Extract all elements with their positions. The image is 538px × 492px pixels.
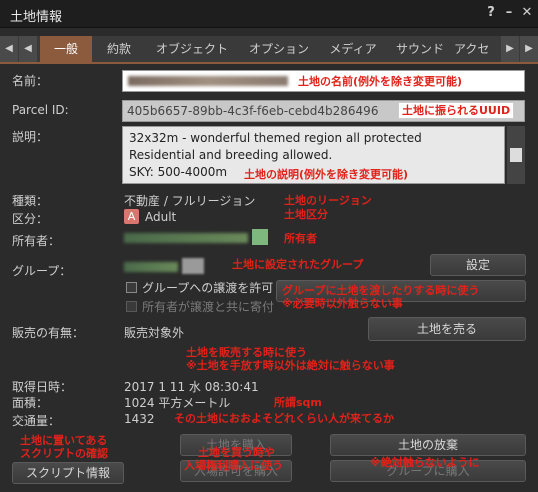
note-description: 土地の説明(例外を除き変更可能)	[244, 168, 409, 181]
type-value: 不動産 / フルリージョン	[124, 194, 256, 208]
name-redacted	[128, 76, 288, 86]
allow-deed-checkbox[interactable]	[126, 282, 137, 293]
area-value: 1024 平方メートル	[124, 396, 231, 410]
tab-first-icon[interactable]: ◀	[0, 36, 18, 62]
description-scroll-thumb[interactable]	[510, 148, 522, 162]
parcel-id-label: Parcel ID:	[12, 103, 69, 117]
script-info-button[interactable]: スクリプト情報	[12, 462, 124, 484]
area-label: 面積：	[12, 396, 49, 410]
note-sqm: 所謂sqm	[274, 396, 322, 409]
allow-deed-label: グループへの譲渡を許可	[142, 281, 274, 295]
tab-media[interactable]: メディア	[320, 36, 386, 62]
tab-covenant[interactable]: 約款	[93, 36, 145, 62]
rating-label: 区分：	[12, 212, 49, 226]
note-rating: 土地区分	[284, 208, 328, 221]
minimize-icon[interactable]: –	[500, 4, 518, 22]
tab-next-icon[interactable]: ▶	[501, 36, 519, 62]
traffic-label: 交通量：	[12, 414, 61, 428]
type-label: 種類：	[12, 194, 49, 208]
group-name-redacted[interactable]	[124, 262, 178, 272]
note-uuid: 土地に振られるUUID	[398, 102, 515, 119]
group-icon[interactable]	[182, 258, 204, 274]
description-line-2: Residential and breeding allowed.	[129, 148, 333, 162]
name-label: 名前：	[12, 74, 49, 88]
note-region: 土地のリージョン	[284, 194, 372, 207]
owner-label: 所有者：	[12, 234, 61, 248]
adult-rating-icon: A	[124, 209, 139, 224]
note-sell-2: ※土地を手放す時以外は絶対に触らない事	[186, 359, 395, 372]
owner-contribute-label: 所有者が譲渡と共に寄付	[142, 300, 275, 314]
sale-label: 販売の有無：	[12, 326, 85, 340]
tab-access[interactable]: アクセ	[454, 36, 500, 62]
title-bar	[0, 0, 538, 28]
traffic-value: 1432	[124, 412, 155, 426]
help-icon[interactable]: ?	[482, 4, 500, 22]
note-script-1: 土地に置いてある	[20, 434, 108, 447]
group-label: グループ：	[12, 264, 72, 278]
note-script-2: スクリプトの確認	[20, 447, 108, 460]
note-buy-1: 土地を買う時や	[198, 446, 275, 459]
tab-objects[interactable]: オブジェクト	[146, 36, 238, 62]
tab-general[interactable]: 一般	[40, 36, 92, 62]
note-name: 土地の名前(例外を除き変更可能)	[298, 75, 463, 88]
abandon-land-button[interactable]: 土地の放棄	[330, 434, 526, 456]
rating-value: Adult	[145, 210, 177, 224]
tab-prev-icon[interactable]: ◀	[19, 36, 37, 62]
tab-last-icon[interactable]: ▶	[520, 36, 538, 62]
sale-value: 販売対象外	[124, 326, 185, 340]
owner-contribute-checkbox[interactable]	[126, 301, 137, 312]
acquired-value: 2017 1 11 水 08:30:41	[124, 380, 259, 394]
tab-sound[interactable]: サウンド	[387, 36, 453, 62]
note-deed-1: グループに土地を渡したりする時に使う	[282, 284, 480, 297]
note-traffic: その土地におおよそどれくらい人が来てるか	[174, 412, 394, 425]
owner-name-redacted[interactable]	[124, 233, 248, 243]
note-owner: 所有者	[284, 232, 317, 245]
note-deed-2: ※必要時以外触らない事	[282, 297, 403, 310]
close-icon[interactable]: ✕	[518, 4, 536, 22]
note-abandon: ※絶対触らないように	[370, 456, 480, 469]
note-group: 土地に設定されたグループ	[232, 258, 364, 271]
acquired-label: 取得日時：	[12, 380, 73, 394]
tab-options[interactable]: オプション	[239, 36, 319, 62]
sell-land-button[interactable]: 土地を売る	[368, 317, 526, 341]
description-line-1: 32x32m - wonderful themed region all pro…	[129, 131, 422, 145]
window-title: 土地情報	[10, 10, 63, 25]
note-buy-2: 入場権利購入に使う	[184, 459, 283, 472]
group-set-button[interactable]: 設定	[430, 254, 526, 276]
owner-profile-icon[interactable]	[252, 229, 268, 245]
description-label: 説明：	[12, 130, 49, 144]
note-sell-1: 土地を販売する時に使う	[186, 346, 307, 359]
